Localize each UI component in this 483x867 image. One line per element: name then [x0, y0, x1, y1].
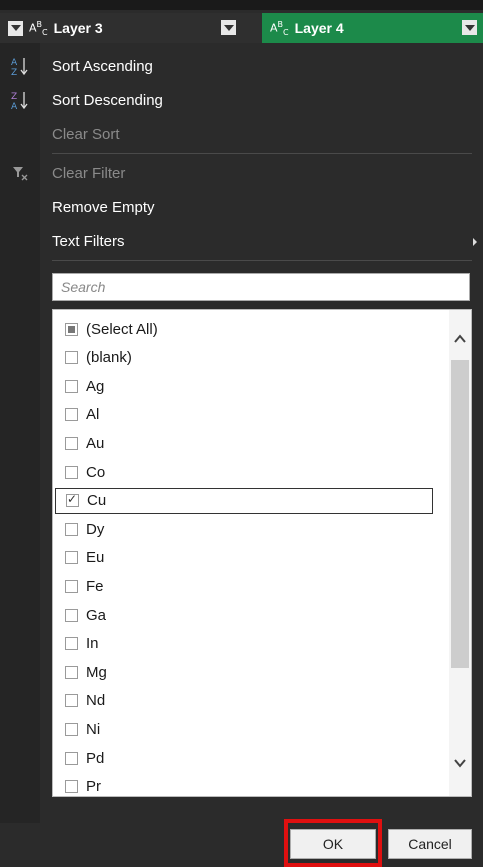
- list-item[interactable]: Fe: [65, 573, 104, 599]
- list-item-label: Cu: [87, 492, 107, 510]
- clear-filter-label: Clear Filter: [52, 164, 126, 182]
- svg-text:Z: Z: [11, 92, 17, 102]
- svg-text:A: A: [11, 102, 18, 110]
- checkbox[interactable]: [65, 608, 78, 622]
- checkbox[interactable]: [65, 551, 78, 565]
- checkbox[interactable]: [65, 694, 78, 708]
- checkbox[interactable]: [65, 751, 78, 765]
- list-item-label: Dy: [86, 520, 105, 538]
- remove-empty-label: Remove Empty: [52, 198, 155, 216]
- cancel-button[interactable]: Cancel: [388, 829, 472, 859]
- list-item-label: In: [86, 635, 99, 653]
- menu-divider: [52, 153, 472, 154]
- clear-filter-icon: [0, 165, 40, 181]
- list-item[interactable]: Ga: [65, 602, 106, 628]
- menu-divider: [52, 260, 472, 261]
- column-dropdown-button[interactable]: [221, 20, 236, 35]
- scroll-up-icon[interactable]: [453, 332, 467, 346]
- checkbox[interactable]: [65, 379, 78, 393]
- svg-text:Z: Z: [11, 68, 17, 76]
- list-item-label: Eu: [86, 549, 105, 567]
- list-item-label: Al: [86, 406, 100, 424]
- list-item[interactable]: Mg: [65, 659, 107, 685]
- list-item-label: Nd: [86, 692, 106, 710]
- checkbox[interactable]: [65, 408, 78, 422]
- checkbox[interactable]: [65, 579, 78, 593]
- clear-sort-item: Clear Sort: [0, 117, 483, 151]
- checkbox[interactable]: [65, 351, 78, 365]
- list-item-label: Pd: [86, 749, 105, 767]
- list-item[interactable]: Pd: [65, 745, 104, 771]
- column-header-layer-3[interactable]: ABC Layer 3: [0, 13, 262, 43]
- checkbox[interactable]: [65, 780, 78, 794]
- sort-descending-icon: ZA: [0, 90, 40, 110]
- list-item-label: Fe: [86, 577, 104, 595]
- chevron-down-icon: [10, 25, 21, 31]
- list-item[interactable]: Ag: [65, 373, 104, 399]
- value-checklist: (Select All) (blank) Ag Al Au Co Cu Dy Eu Fe Ga In M…: [52, 309, 472, 797]
- search-input[interactable]: [53, 274, 469, 300]
- list-item[interactable]: In: [65, 631, 99, 657]
- list-item[interactable]: Ni: [65, 716, 100, 742]
- list-item-label: Mg: [86, 663, 107, 681]
- list-item[interactable]: Al: [65, 402, 99, 428]
- chevron-down-icon: [223, 24, 234, 31]
- column-dropdown-button[interactable]: [462, 20, 477, 35]
- vertical-scrollbar[interactable]: [449, 310, 471, 796]
- checkbox[interactable]: [66, 492, 79, 508]
- checkbox[interactable]: [65, 436, 78, 450]
- list-item-label: Ni: [86, 720, 101, 738]
- checkbox[interactable]: [65, 522, 78, 536]
- list-item[interactable]: (Select All): [65, 316, 158, 342]
- column-header-bar: ABC Layer 3 ABC Layer 4: [0, 13, 483, 43]
- filter-menu: AZ Sort Ascending ZA Sort Descending Cle…: [0, 43, 483, 867]
- search-box[interactable]: [52, 273, 470, 301]
- checkbox[interactable]: [65, 722, 78, 736]
- abc-text-icon: ABC: [270, 19, 289, 37]
- sort-descending-label: Sort Descending: [52, 91, 163, 109]
- list-item[interactable]: Au: [65, 430, 104, 456]
- checkbox[interactable]: [65, 637, 78, 651]
- chevron-down-icon: [464, 24, 475, 31]
- scrollbar-thumb[interactable]: [451, 360, 469, 668]
- list-item[interactable]: Cu: [55, 487, 433, 514]
- submenu-arrow-icon: [473, 238, 477, 246]
- list-item-label: Pr: [86, 778, 101, 796]
- list-item[interactable]: Nd: [65, 688, 105, 714]
- filter-dropdown-button[interactable]: [8, 20, 23, 36]
- list-item[interactable]: Dy: [65, 516, 104, 542]
- list-item[interactable]: Eu: [65, 545, 104, 571]
- list-item-label: (Select All): [86, 320, 158, 338]
- checkbox[interactable]: [65, 465, 78, 479]
- list-item-label: Au: [86, 434, 105, 452]
- sort-ascending-icon: AZ: [0, 56, 40, 76]
- sort-descending-item[interactable]: ZA Sort Descending: [0, 83, 483, 117]
- svg-text:A: A: [11, 58, 18, 68]
- list-item-label: Co: [86, 463, 106, 481]
- list-item-label: Ga: [86, 606, 107, 624]
- remove-empty-item[interactable]: Remove Empty: [0, 190, 483, 224]
- sort-ascending-label: Sort Ascending: [52, 57, 153, 75]
- clear-sort-label: Clear Sort: [52, 125, 120, 143]
- checkbox[interactable]: [65, 665, 78, 679]
- scroll-down-icon[interactable]: [453, 756, 467, 770]
- column-header-layer-4[interactable]: ABC Layer 4: [262, 13, 483, 43]
- text-filters-label: Text Filters: [52, 232, 125, 250]
- list-item-label: Ag: [86, 377, 105, 395]
- list-item[interactable]: (blank): [65, 345, 132, 371]
- sort-ascending-item[interactable]: AZ Sort Ascending: [0, 49, 483, 83]
- list-item-label: (blank): [86, 349, 132, 367]
- text-filters-item[interactable]: Text Filters: [0, 224, 483, 258]
- ok-highlight-box: [284, 819, 382, 867]
- title-strip: [0, 0, 483, 10]
- list-item[interactable]: Co: [65, 459, 105, 485]
- clear-filter-item: Clear Filter: [0, 156, 483, 190]
- list-item[interactable]: Pr: [65, 774, 101, 796]
- abc-text-icon: ABC: [29, 19, 48, 37]
- checkbox[interactable]: [65, 322, 78, 336]
- column-label: Layer 4: [294, 20, 344, 36]
- column-label: Layer 3: [53, 20, 103, 36]
